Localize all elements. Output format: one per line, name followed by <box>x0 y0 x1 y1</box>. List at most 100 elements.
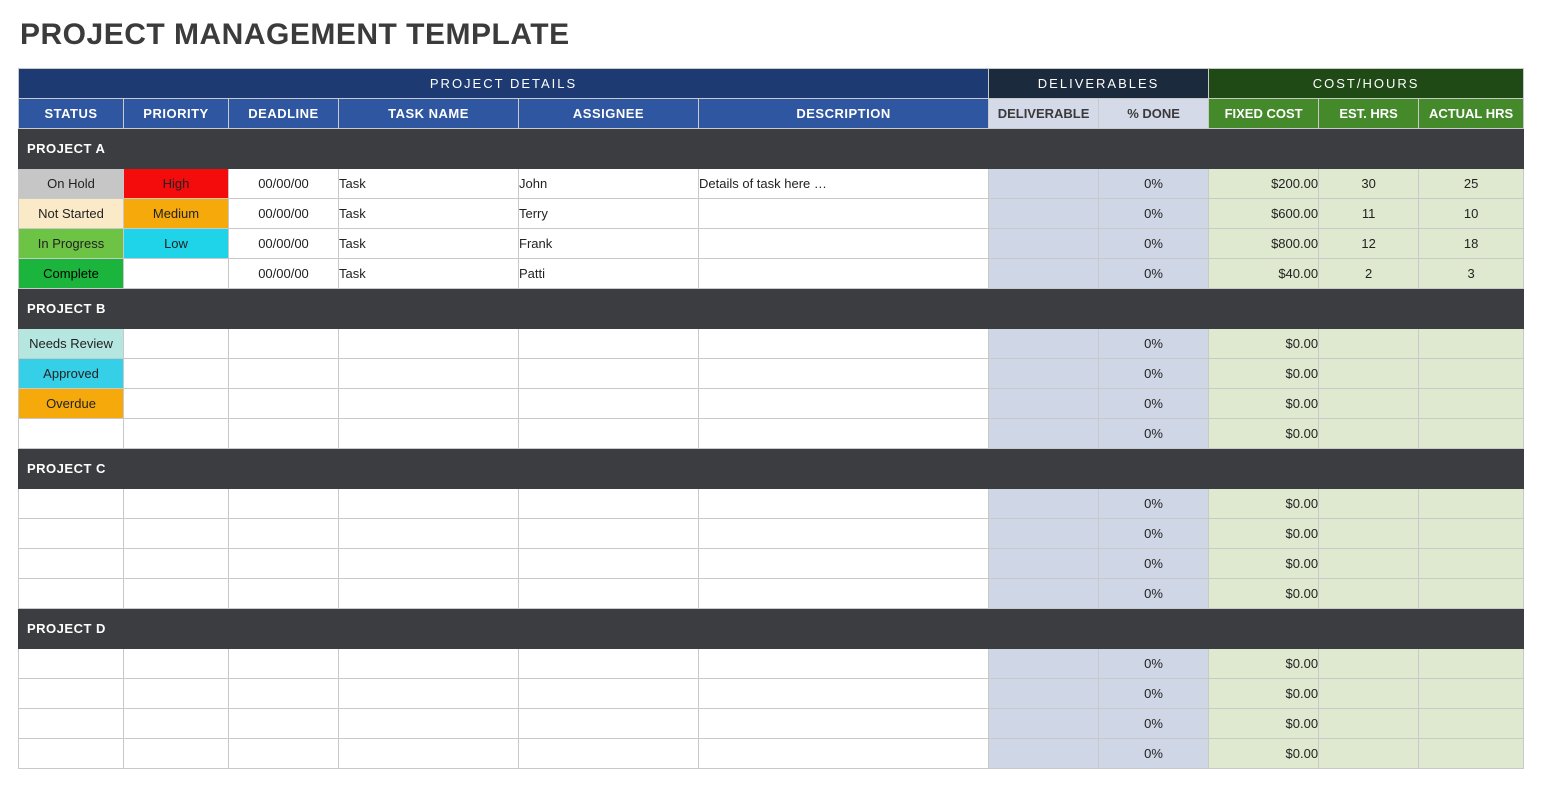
cell-task[interactable] <box>339 419 519 449</box>
cell-pct-done[interactable]: 0% <box>1099 389 1209 419</box>
cell-fixed-cost[interactable]: $0.00 <box>1209 709 1319 739</box>
cell-task[interactable] <box>339 709 519 739</box>
cell-deadline[interactable] <box>229 679 339 709</box>
cell-priority[interactable]: Medium <box>124 199 229 229</box>
cell-task[interactable]: Task <box>339 199 519 229</box>
cell-est-hrs[interactable] <box>1319 329 1419 359</box>
cell-assignee[interactable]: Terry <box>519 199 699 229</box>
cell-pct-done[interactable]: 0% <box>1099 519 1209 549</box>
cell-description[interactable] <box>699 489 989 519</box>
cell-est-hrs[interactable] <box>1319 419 1419 449</box>
cell-est-hrs[interactable] <box>1319 579 1419 609</box>
cell-pct-done[interactable]: 0% <box>1099 649 1209 679</box>
cell-task[interactable] <box>339 649 519 679</box>
cell-status[interactable]: On Hold <box>19 169 124 199</box>
cell-fixed-cost[interactable]: $0.00 <box>1209 419 1319 449</box>
cell-task[interactable] <box>339 329 519 359</box>
cell-fixed-cost[interactable]: $0.00 <box>1209 519 1319 549</box>
cell-actual-hrs[interactable]: 3 <box>1419 259 1524 289</box>
cell-pct-done[interactable]: 0% <box>1099 359 1209 389</box>
cell-task[interactable] <box>339 579 519 609</box>
cell-fixed-cost[interactable]: $600.00 <box>1209 199 1319 229</box>
cell-est-hrs[interactable] <box>1319 359 1419 389</box>
cell-assignee[interactable] <box>519 489 699 519</box>
cell-deadline[interactable]: 00/00/00 <box>229 169 339 199</box>
cell-task[interactable] <box>339 359 519 389</box>
cell-fixed-cost[interactable]: $0.00 <box>1209 649 1319 679</box>
cell-fixed-cost[interactable]: $0.00 <box>1209 679 1319 709</box>
cell-actual-hrs[interactable]: 18 <box>1419 229 1524 259</box>
cell-status[interactable] <box>19 519 124 549</box>
cell-deadline[interactable] <box>229 329 339 359</box>
cell-status[interactable] <box>19 679 124 709</box>
cell-deadline[interactable] <box>229 709 339 739</box>
cell-deliverable[interactable] <box>989 549 1099 579</box>
cell-status[interactable]: Complete <box>19 259 124 289</box>
cell-task[interactable] <box>339 549 519 579</box>
cell-deadline[interactable] <box>229 489 339 519</box>
cell-status[interactable]: In Progress <box>19 229 124 259</box>
cell-description[interactable] <box>699 519 989 549</box>
cell-assignee[interactable] <box>519 419 699 449</box>
cell-fixed-cost[interactable]: $800.00 <box>1209 229 1319 259</box>
cell-assignee[interactable] <box>519 519 699 549</box>
cell-actual-hrs[interactable] <box>1419 419 1524 449</box>
cell-est-hrs[interactable] <box>1319 739 1419 769</box>
cell-description[interactable] <box>699 359 989 389</box>
cell-status[interactable] <box>19 739 124 769</box>
cell-est-hrs[interactable]: 30 <box>1319 169 1419 199</box>
cell-est-hrs[interactable] <box>1319 709 1419 739</box>
cell-fixed-cost[interactable]: $0.00 <box>1209 329 1319 359</box>
cell-deadline[interactable] <box>229 359 339 389</box>
cell-assignee[interactable] <box>519 709 699 739</box>
cell-priority[interactable] <box>124 739 229 769</box>
cell-fixed-cost[interactable]: $200.00 <box>1209 169 1319 199</box>
cell-task[interactable]: Task <box>339 259 519 289</box>
cell-fixed-cost[interactable]: $0.00 <box>1209 579 1319 609</box>
cell-actual-hrs[interactable] <box>1419 359 1524 389</box>
cell-deliverable[interactable] <box>989 169 1099 199</box>
cell-priority[interactable] <box>124 489 229 519</box>
cell-task[interactable] <box>339 519 519 549</box>
cell-actual-hrs[interactable] <box>1419 519 1524 549</box>
cell-pct-done[interactable]: 0% <box>1099 229 1209 259</box>
cell-status[interactable] <box>19 709 124 739</box>
cell-pct-done[interactable]: 0% <box>1099 709 1209 739</box>
cell-priority[interactable] <box>124 679 229 709</box>
cell-pct-done[interactable]: 0% <box>1099 679 1209 709</box>
cell-pct-done[interactable]: 0% <box>1099 489 1209 519</box>
cell-assignee[interactable] <box>519 579 699 609</box>
cell-deadline[interactable]: 00/00/00 <box>229 259 339 289</box>
cell-deliverable[interactable] <box>989 679 1099 709</box>
cell-task[interactable]: Task <box>339 169 519 199</box>
cell-pct-done[interactable]: 0% <box>1099 549 1209 579</box>
cell-description[interactable] <box>699 549 989 579</box>
cell-pct-done[interactable]: 0% <box>1099 169 1209 199</box>
cell-actual-hrs[interactable] <box>1419 389 1524 419</box>
cell-deadline[interactable] <box>229 389 339 419</box>
cell-pct-done[interactable]: 0% <box>1099 739 1209 769</box>
cell-status[interactable]: Not Started <box>19 199 124 229</box>
cell-description[interactable] <box>699 649 989 679</box>
cell-deadline[interactable] <box>229 739 339 769</box>
cell-priority[interactable] <box>124 389 229 419</box>
cell-description[interactable] <box>699 419 989 449</box>
cell-pct-done[interactable]: 0% <box>1099 419 1209 449</box>
cell-description[interactable] <box>699 389 989 419</box>
cell-deliverable[interactable] <box>989 199 1099 229</box>
cell-assignee[interactable] <box>519 359 699 389</box>
cell-priority[interactable] <box>124 419 229 449</box>
cell-status[interactable]: Needs Review <box>19 329 124 359</box>
cell-deadline[interactable]: 00/00/00 <box>229 199 339 229</box>
cell-fixed-cost[interactable]: $0.00 <box>1209 739 1319 769</box>
cell-fixed-cost[interactable]: $40.00 <box>1209 259 1319 289</box>
cell-actual-hrs[interactable] <box>1419 549 1524 579</box>
cell-task[interactable]: Task <box>339 229 519 259</box>
cell-deadline[interactable] <box>229 549 339 579</box>
cell-assignee[interactable]: John <box>519 169 699 199</box>
cell-status[interactable] <box>19 549 124 579</box>
cell-actual-hrs[interactable] <box>1419 739 1524 769</box>
cell-status[interactable]: Overdue <box>19 389 124 419</box>
cell-priority[interactable] <box>124 359 229 389</box>
cell-assignee[interactable] <box>519 329 699 359</box>
